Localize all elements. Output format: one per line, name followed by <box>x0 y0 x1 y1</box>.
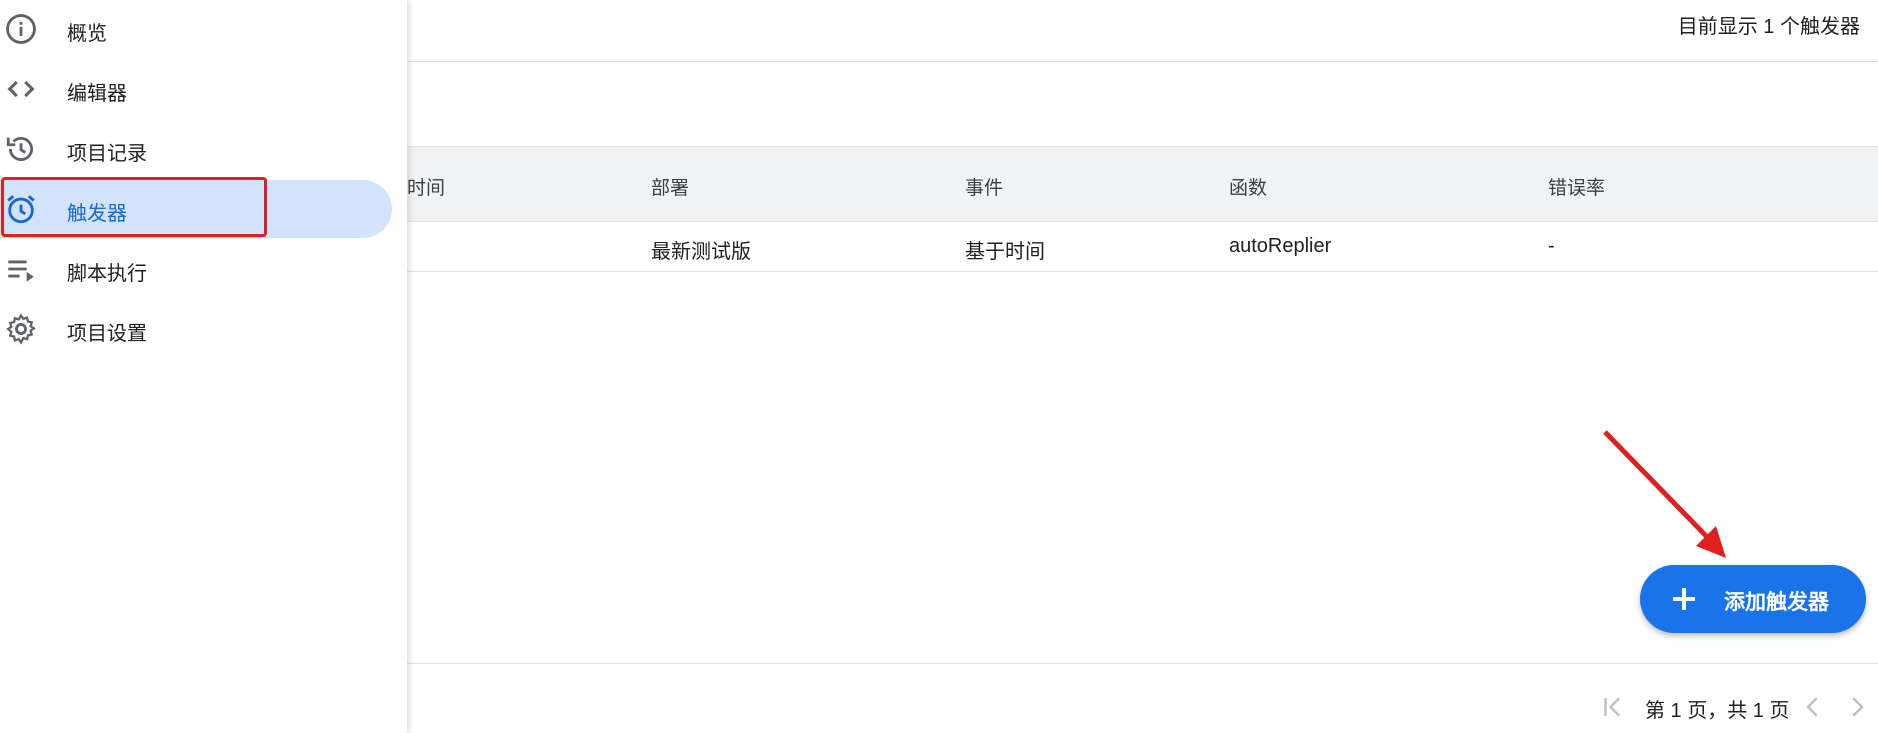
sidebar-item-script-executions[interactable]: 脚本执行 <box>0 240 392 298</box>
sidebar-item-label: 项目记录 <box>67 143 147 165</box>
add-trigger-label: 添加触发器 <box>1724 591 1829 614</box>
code-icon <box>4 72 38 106</box>
sidebar-item-label: 概览 <box>67 23 107 45</box>
sidebar-item-label: 项目设置 <box>67 323 147 345</box>
cell-deployment: 最新测试版 <box>651 241 751 263</box>
info-icon <box>4 12 38 46</box>
sidebar-item-overview[interactable]: 概览 <box>0 0 392 58</box>
app-root: 目前显示 1 个触发器 时间 部署 事件 函数 错误率 最新测试版 基于时间 a… <box>0 0 1878 733</box>
sidebar-item-executions-history[interactable]: 项目记录 <box>0 120 392 178</box>
sidebar-item-label: 编辑器 <box>67 83 127 105</box>
sidebar-item-label: 脚本执行 <box>67 263 147 285</box>
sidebar: 概览 编辑器 项目记录 触发器 脚本执行 项目设置 <box>0 0 407 733</box>
first-page-icon[interactable] <box>1598 692 1628 722</box>
add-trigger-button[interactable]: 添加触发器 <box>1640 565 1866 633</box>
playlist-play-icon <box>4 252 38 286</box>
next-page-icon[interactable] <box>1842 692 1872 722</box>
table-row[interactable]: 最新测试版 基于时间 autoReplier - <box>407 222 1878 272</box>
history-icon <box>4 132 38 166</box>
prev-page-icon[interactable] <box>1798 692 1828 722</box>
sidebar-item-editor[interactable]: 编辑器 <box>0 60 392 118</box>
page-indicator: 第 1 页，共 1 页 <box>1645 700 1790 722</box>
column-header-function[interactable]: 函数 <box>1229 173 1267 200</box>
sidebar-item-triggers[interactable]: 触发器 <box>0 180 392 238</box>
column-header-time[interactable]: 时间 <box>407 173 445 200</box>
column-header-event[interactable]: 事件 <box>965 173 1003 200</box>
pagination: 第 1 页，共 1 页 <box>1478 690 1878 726</box>
table-header: 时间 部署 事件 函数 错误率 <box>407 146 1878 222</box>
annotation-arrow <box>1603 430 1726 558</box>
sidebar-item-project-settings[interactable]: 项目设置 <box>0 300 392 358</box>
divider <box>407 663 1878 664</box>
top-bar: 目前显示 1 个触发器 <box>407 0 1878 62</box>
gear-icon <box>4 312 38 346</box>
cell-error-rate: - <box>1548 235 1555 257</box>
cell-function: autoReplier <box>1229 235 1332 257</box>
alarm-clock-icon <box>4 192 38 226</box>
cell-event: 基于时间 <box>965 241 1045 263</box>
plus-icon <box>1673 588 1695 610</box>
column-header-error-rate[interactable]: 错误率 <box>1548 173 1605 200</box>
sidebar-item-label: 触发器 <box>67 203 127 225</box>
trigger-count-text: 目前显示 1 个触发器 <box>1677 16 1860 38</box>
column-header-deployment[interactable]: 部署 <box>651 173 689 200</box>
